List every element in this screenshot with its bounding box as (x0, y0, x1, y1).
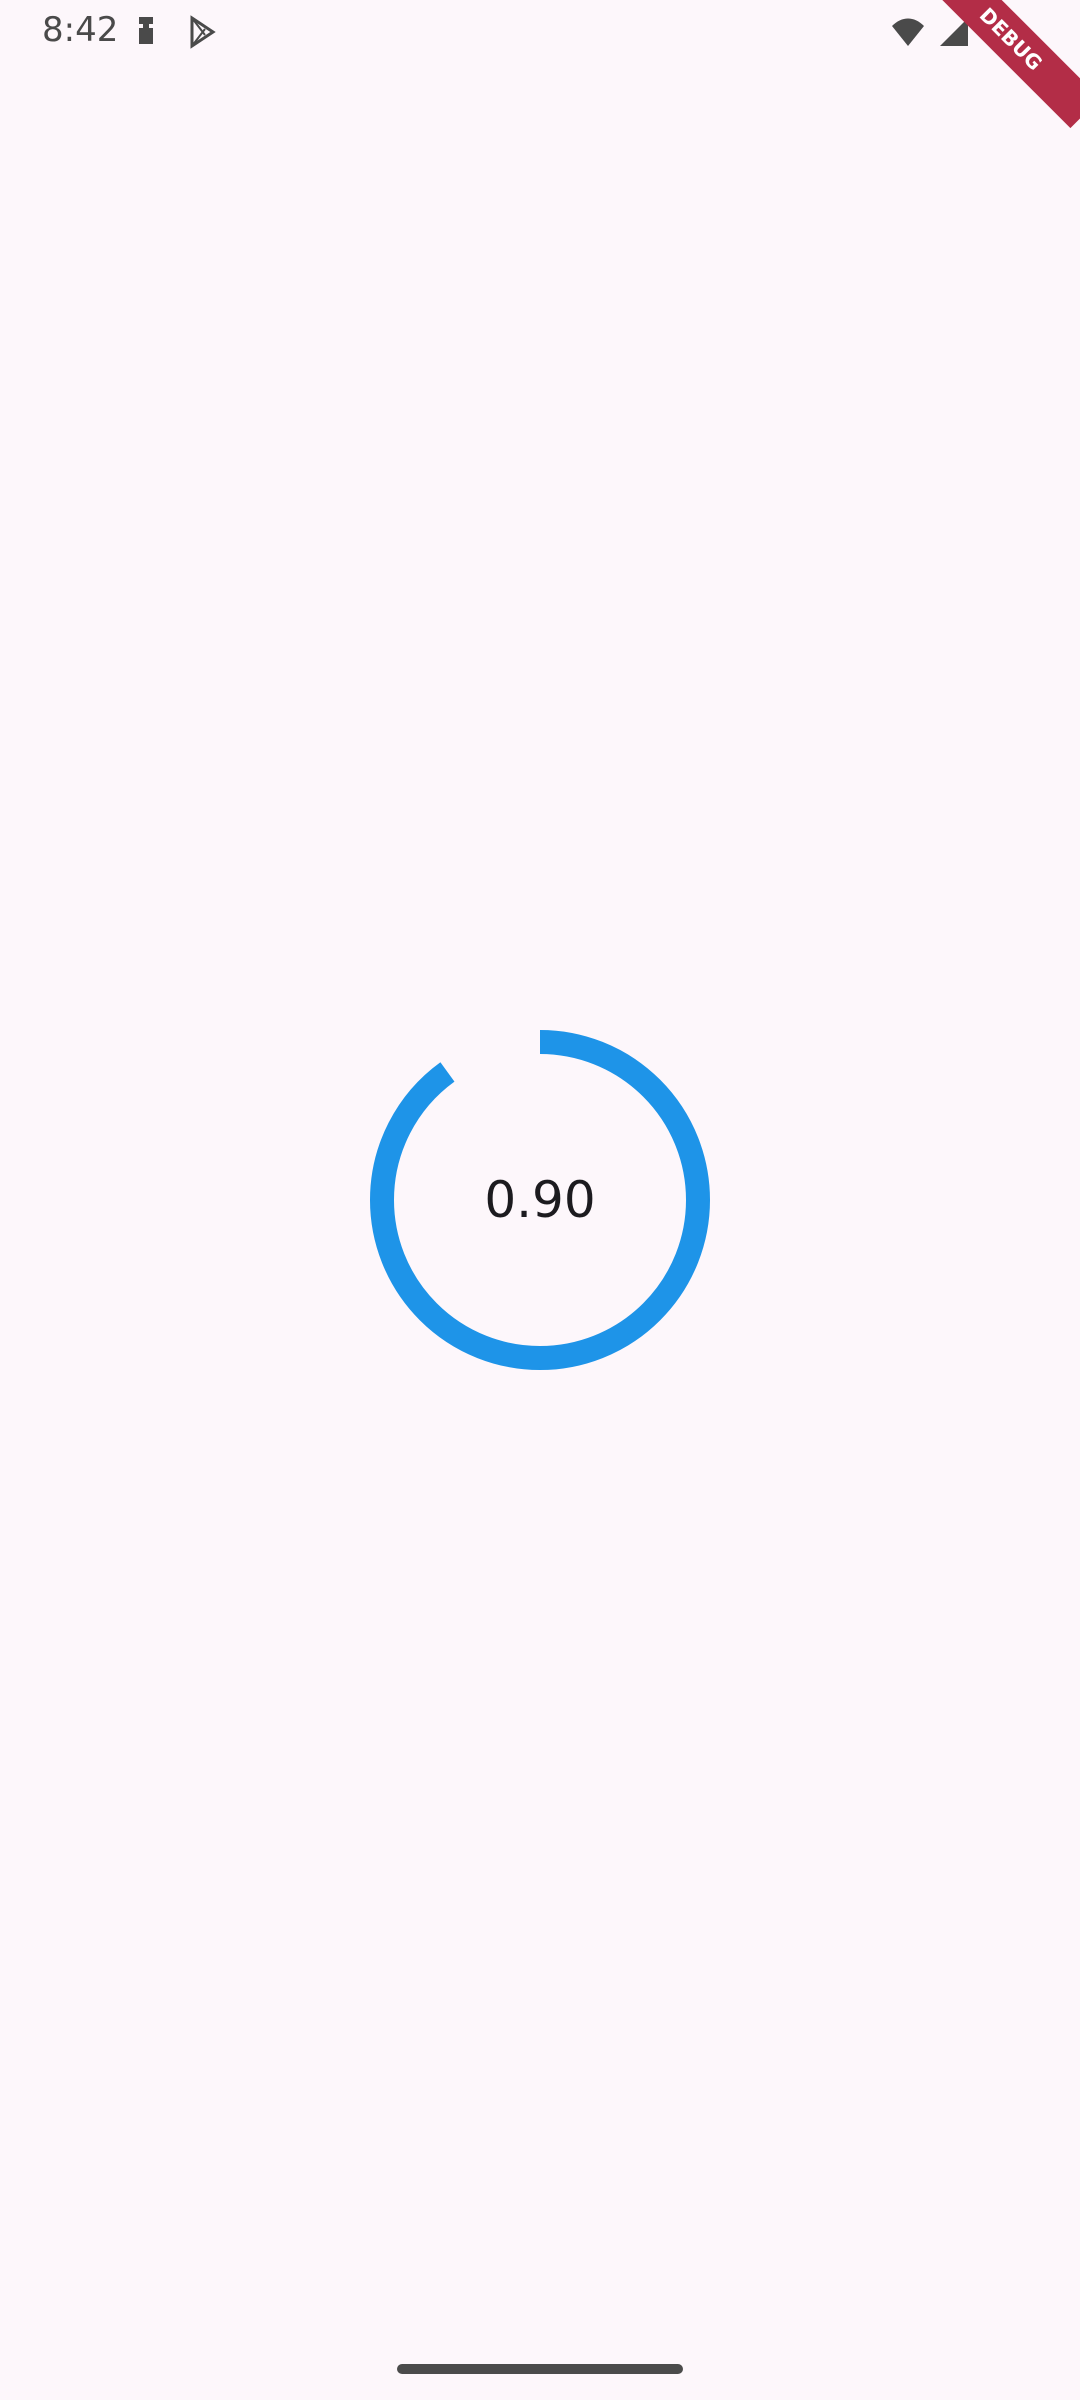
progress-value: 0.90 (484, 1171, 596, 1229)
wrench-icon (128, 14, 164, 50)
circular-progress: 0.90 (368, 1028, 712, 1372)
wifi-icon (890, 14, 926, 50)
home-indicator[interactable] (397, 2364, 683, 2374)
status-time: 8:42 (42, 10, 119, 50)
status-bar: 8:42 (0, 0, 1080, 64)
play-store-icon (184, 14, 220, 50)
